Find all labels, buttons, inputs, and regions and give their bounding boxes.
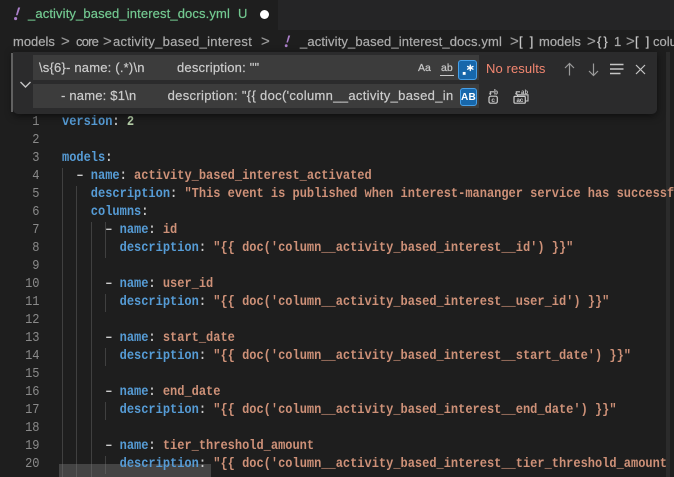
svg-text:ac: ac — [516, 97, 523, 104]
svg-text:c: c — [491, 97, 495, 104]
